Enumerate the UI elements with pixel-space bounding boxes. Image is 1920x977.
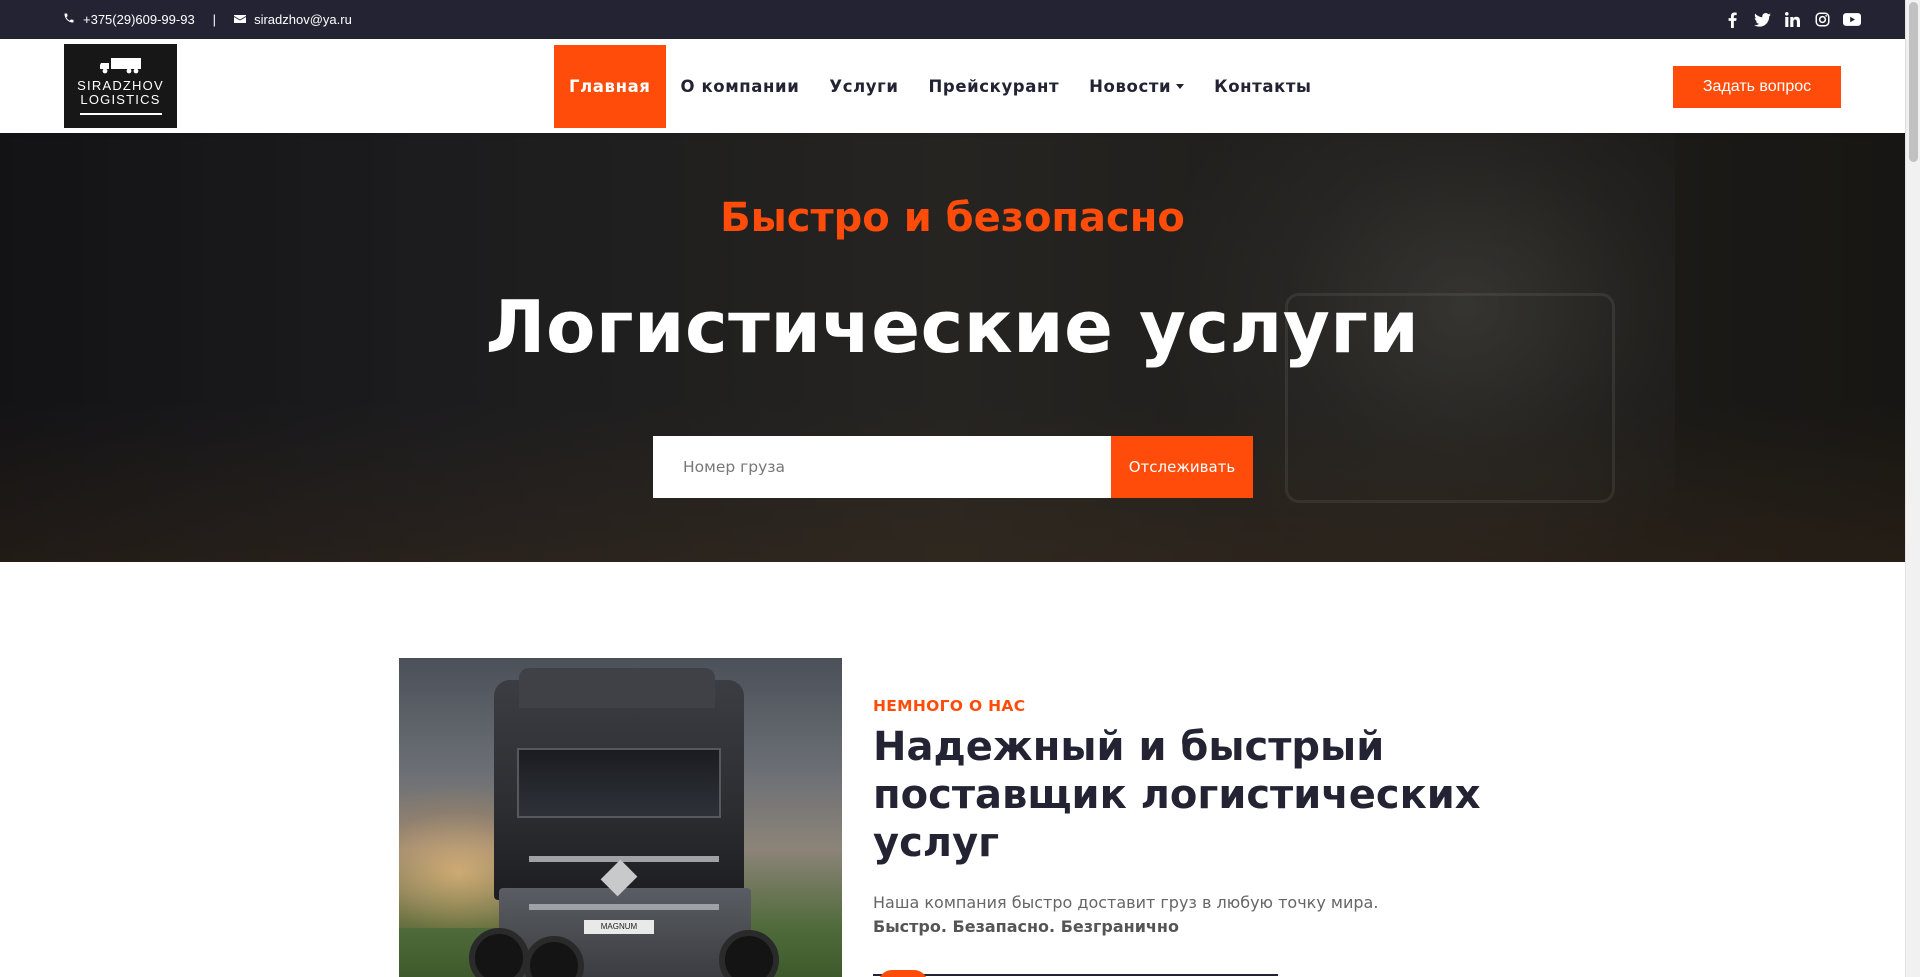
email-contact[interactable]: siradzhov@ya.ru — [234, 12, 352, 27]
about-kicker: НЕМНОГО О НАС — [873, 697, 1026, 715]
truck-roof — [519, 668, 715, 708]
tracking-form: Отслеживать — [653, 436, 1253, 498]
social-links — [1723, 0, 1861, 39]
cargo-number-input[interactable] — [653, 436, 1111, 498]
ask-question-button[interactable]: Задать вопрос — [1673, 66, 1841, 108]
truck-windshield — [517, 748, 721, 818]
topbar-separator: | — [212, 12, 217, 27]
nav-item-services[interactable]: Услуги — [814, 45, 913, 128]
email-address[interactable]: siradzhov@ya.ru — [254, 12, 352, 27]
truck-logo-icon — [99, 57, 143, 79]
about-content: НЕМНОГО О НАС Надежный и быстрый поставщ… — [873, 697, 1513, 939]
truck-wheel — [719, 930, 779, 977]
top-bar: +375(29)609-99-93 | siradzhov@ya.ru — [0, 0, 1905, 39]
page-scrollbar[interactable] — [1905, 0, 1920, 977]
nav-item-contacts[interactable]: Контакты — [1199, 45, 1326, 128]
instagram-icon[interactable] — [1813, 11, 1831, 29]
track-button[interactable]: Отслеживать — [1111, 436, 1253, 498]
about-title: Надежный и быстрый поставщик логистическ… — [873, 724, 1481, 866]
phone-icon — [63, 12, 75, 27]
scrollbar-thumb[interactable] — [1909, 2, 1918, 162]
linkedin-icon[interactable] — [1783, 11, 1801, 29]
facebook-icon[interactable] — [1723, 11, 1741, 29]
main-navbar: SIRADZHOV LOGISTICS Главная О компании У… — [0, 39, 1905, 133]
phone-contact[interactable]: +375(29)609-99-93 — [63, 12, 195, 27]
truck-grille-bar — [529, 904, 719, 910]
logo-text-line2: LOGISTICS — [80, 92, 161, 107]
nav-item-news[interactable]: Новости — [1074, 45, 1199, 128]
nav-item-about[interactable]: О компании — [666, 45, 815, 128]
hero-subtitle: Быстро и безопасно — [720, 195, 1185, 241]
about-divider — [873, 974, 1278, 976]
about-truck-image: MAGNUM — [399, 658, 842, 977]
logo-text-line1: SIRADZHOV — [77, 78, 164, 93]
envelope-icon — [234, 12, 247, 27]
about-play-button[interactable] — [878, 970, 928, 977]
nav-item-pricelist[interactable]: Прейскурант — [914, 45, 1075, 128]
site-logo[interactable]: SIRADZHOV LOGISTICS — [64, 44, 177, 128]
nav-item-news-label: Новости — [1089, 77, 1172, 96]
nav-item-home[interactable]: Главная — [554, 45, 666, 128]
about-tagline: Быстро. Безапасно. Безгранично — [873, 917, 1179, 936]
primary-nav: Главная О компании Услуги Прейскурант Но… — [554, 45, 1327, 128]
about-description: Наша компания быстро доставит груз в люб… — [873, 893, 1379, 912]
youtube-icon[interactable] — [1843, 11, 1861, 29]
contact-info: +375(29)609-99-93 | siradzhov@ya.ru — [63, 0, 352, 39]
truck-grille-bar — [529, 856, 719, 862]
chevron-down-icon — [1176, 84, 1185, 89]
hero-title: Логистические услуги — [485, 285, 1420, 369]
twitter-icon[interactable] — [1753, 11, 1771, 29]
hero-section: Быстро и безопасно Логистические услуги … — [0, 133, 1905, 562]
logo-underline — [79, 113, 162, 115]
truck-plate: MAGNUM — [584, 920, 654, 934]
phone-number[interactable]: +375(29)609-99-93 — [83, 12, 195, 27]
